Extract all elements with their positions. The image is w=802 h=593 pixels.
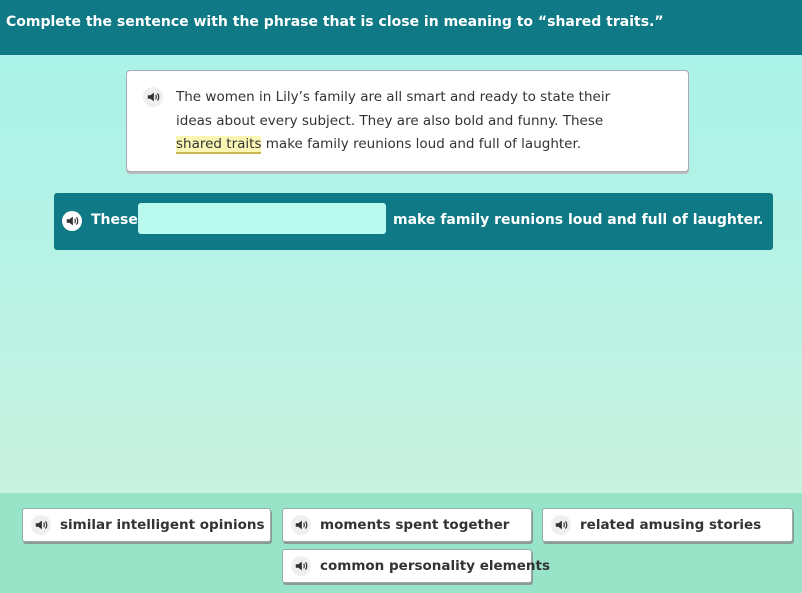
speaker-icon[interactable] bbox=[62, 211, 82, 231]
speaker-icon[interactable] bbox=[143, 87, 163, 107]
speaker-icon[interactable] bbox=[551, 515, 571, 535]
choice-tile[interactable]: moments spent together bbox=[282, 508, 532, 542]
choice-tile[interactable]: related amusing stories bbox=[542, 508, 793, 542]
answer-blank[interactable] bbox=[138, 203, 386, 234]
choice-tile[interactable]: similar intelligent opinions bbox=[22, 508, 271, 542]
speaker-icon[interactable] bbox=[31, 515, 51, 535]
sentence-start: These bbox=[91, 212, 138, 228]
choice-tile[interactable]: common personality elements bbox=[282, 549, 550, 583]
sentence-bar: These make family reunions loud and full… bbox=[54, 193, 773, 250]
choice-label: related amusing stories bbox=[580, 517, 762, 533]
choice-label: similar intelligent opinions bbox=[60, 517, 265, 533]
passage-card: The women in Lily’s family are all smart… bbox=[126, 70, 689, 172]
choice-label: common personality elements bbox=[320, 558, 550, 574]
passage-text-end: make family reunions loud and full of la… bbox=[261, 136, 582, 152]
instruction-text: Complete the sentence with the phrase th… bbox=[6, 14, 664, 30]
highlighted-phrase: shared traits bbox=[176, 136, 262, 154]
speaker-icon[interactable] bbox=[291, 556, 311, 576]
passage-text: The women in Lily’s family are all smart… bbox=[176, 86, 646, 157]
speaker-icon[interactable] bbox=[291, 515, 311, 535]
choice-label: moments spent together bbox=[320, 517, 510, 533]
passage-text-start: The women in Lily’s family are all smart… bbox=[176, 89, 611, 129]
sentence-end: make family reunions loud and full of la… bbox=[393, 212, 764, 228]
instruction-header: Complete the sentence with the phrase th… bbox=[0, 0, 802, 55]
